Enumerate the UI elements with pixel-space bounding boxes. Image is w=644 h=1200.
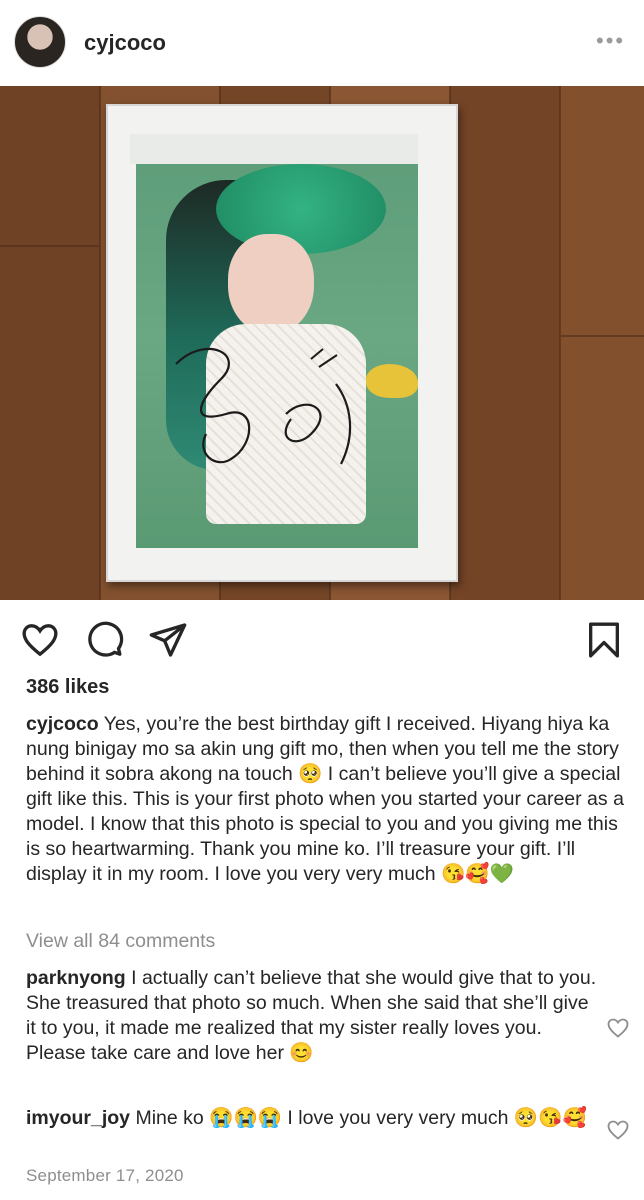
more-horizontal-icon[interactable]: •••	[596, 30, 625, 52]
send-icon[interactable]	[148, 620, 188, 660]
comment-item: imyour_joy Mine ko 😭😭😭 I love you very v…	[26, 1106, 598, 1131]
action-bar	[0, 608, 644, 672]
comment-item: parknyong I actually can’t believe that …	[26, 966, 598, 1066]
post-username[interactable]: cyjcoco	[84, 30, 166, 56]
autograph-signature	[175, 347, 352, 465]
post-caption: cyjcoco Yes, you’re the best birthday gi…	[26, 712, 626, 887]
comment-username[interactable]: imyour_joy	[26, 1107, 130, 1129]
framed-photo	[136, 164, 418, 548]
comment-text: Mine ko 😭😭😭 I love you very very much 🥺😘…	[135, 1107, 587, 1129]
post-date: September 17, 2020	[26, 1166, 184, 1185]
avatar[interactable]	[14, 16, 66, 68]
comment-icon[interactable]	[84, 620, 124, 660]
comment-like-heart-icon[interactable]	[606, 1016, 630, 1040]
bookmark-icon[interactable]	[584, 620, 624, 660]
likes-count[interactable]: 386 likes	[26, 676, 109, 699]
heart-icon[interactable]	[20, 620, 60, 660]
comment-like-heart-icon[interactable]	[606, 1118, 630, 1142]
view-all-comments-link[interactable]: View all 84 comments	[26, 930, 215, 953]
caption-username[interactable]: cyjcoco	[26, 713, 99, 735]
picture-mat	[130, 134, 418, 164]
post-header: cyjcoco •••	[0, 0, 644, 86]
caption-text: Yes, you’re the best birthday gift I rec…	[26, 713, 624, 885]
comment-username[interactable]: parknyong	[26, 967, 126, 989]
